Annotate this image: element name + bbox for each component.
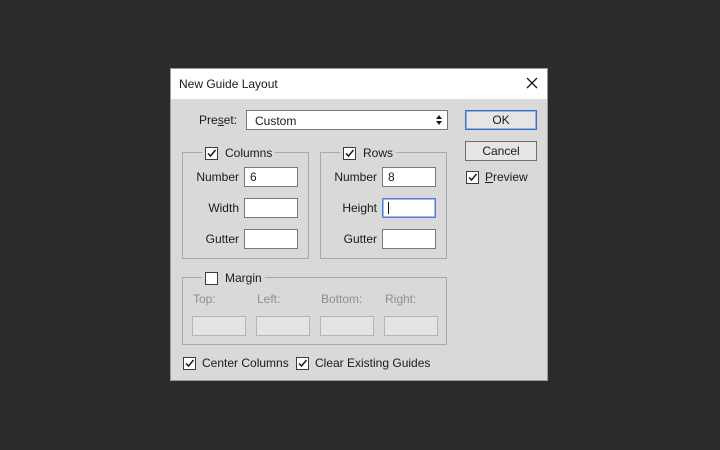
title-bar: New Guide Layout: [171, 69, 547, 99]
clear-guides-label: Clear Existing Guides: [315, 356, 431, 370]
checkmark-icon: [298, 359, 308, 367]
text-cursor: [388, 202, 389, 214]
margin-bottom-input[interactable]: [320, 316, 374, 336]
rows-number-input[interactable]: [382, 167, 436, 187]
columns-number-label: Number: [196, 170, 239, 184]
center-columns-option[interactable]: Center Columns: [183, 355, 289, 371]
new-guide-layout-dialog: New Guide Layout Preset: Custom OK Cance…: [170, 68, 548, 381]
columns-checkbox[interactable]: [205, 146, 218, 160]
rows-height-label: Height: [342, 201, 377, 215]
updown-arrows-icon: [435, 114, 443, 126]
margin-left-label: Left:: [257, 292, 281, 306]
preset-label: Preset:: [199, 113, 238, 127]
margin-checkbox[interactable]: [205, 271, 218, 285]
preset-select[interactable]: Custom: [246, 110, 448, 130]
margin-bottom-label: Bottom:: [321, 292, 363, 306]
dialog-title: New Guide Layout: [179, 77, 278, 91]
rows-number-label: Number: [334, 170, 377, 184]
checkmark-icon: [345, 149, 355, 157]
center-columns-checkbox[interactable]: [183, 356, 196, 370]
rows-height-input[interactable]: [382, 198, 436, 218]
clear-guides-option[interactable]: Clear Existing Guides: [296, 355, 430, 371]
preview-option[interactable]: Preview: [466, 169, 528, 185]
checkmark-icon: [207, 149, 217, 157]
rows-gutter-label: Gutter: [343, 232, 377, 246]
rows-gutter-input[interactable]: [382, 229, 436, 249]
cancel-button[interactable]: Cancel: [465, 141, 537, 161]
margin-right-input[interactable]: [384, 316, 438, 336]
checkmark-icon: [185, 359, 195, 367]
margin-left-input[interactable]: [256, 316, 310, 336]
rows-checkbox[interactable]: [343, 146, 356, 160]
columns-width-label: Width: [208, 201, 239, 215]
preview-label: Preview: [485, 170, 528, 184]
close-icon[interactable]: [523, 74, 541, 92]
clear-guides-checkbox[interactable]: [296, 356, 309, 370]
margin-top-label: Top:: [193, 292, 216, 306]
ok-button[interactable]: OK: [465, 110, 537, 130]
preset-value: Custom: [255, 114, 297, 128]
rows-legend[interactable]: Rows: [340, 145, 397, 161]
columns-gutter-input[interactable]: [244, 229, 298, 249]
margin-top-input[interactable]: [192, 316, 246, 336]
preview-checkbox[interactable]: [466, 170, 479, 184]
center-columns-label: Center Columns: [202, 356, 289, 370]
margin-right-label: Right:: [385, 292, 417, 306]
columns-width-input[interactable]: [244, 198, 298, 218]
columns-number-input[interactable]: [244, 167, 298, 187]
rows-label: Rows: [363, 146, 394, 160]
columns-label: Columns: [225, 146, 273, 160]
columns-gutter-label: Gutter: [205, 232, 239, 246]
margin-legend[interactable]: Margin: [202, 270, 265, 286]
checkmark-icon: [468, 173, 478, 181]
columns-legend[interactable]: Columns: [202, 145, 276, 161]
margin-label: Margin: [225, 271, 262, 285]
